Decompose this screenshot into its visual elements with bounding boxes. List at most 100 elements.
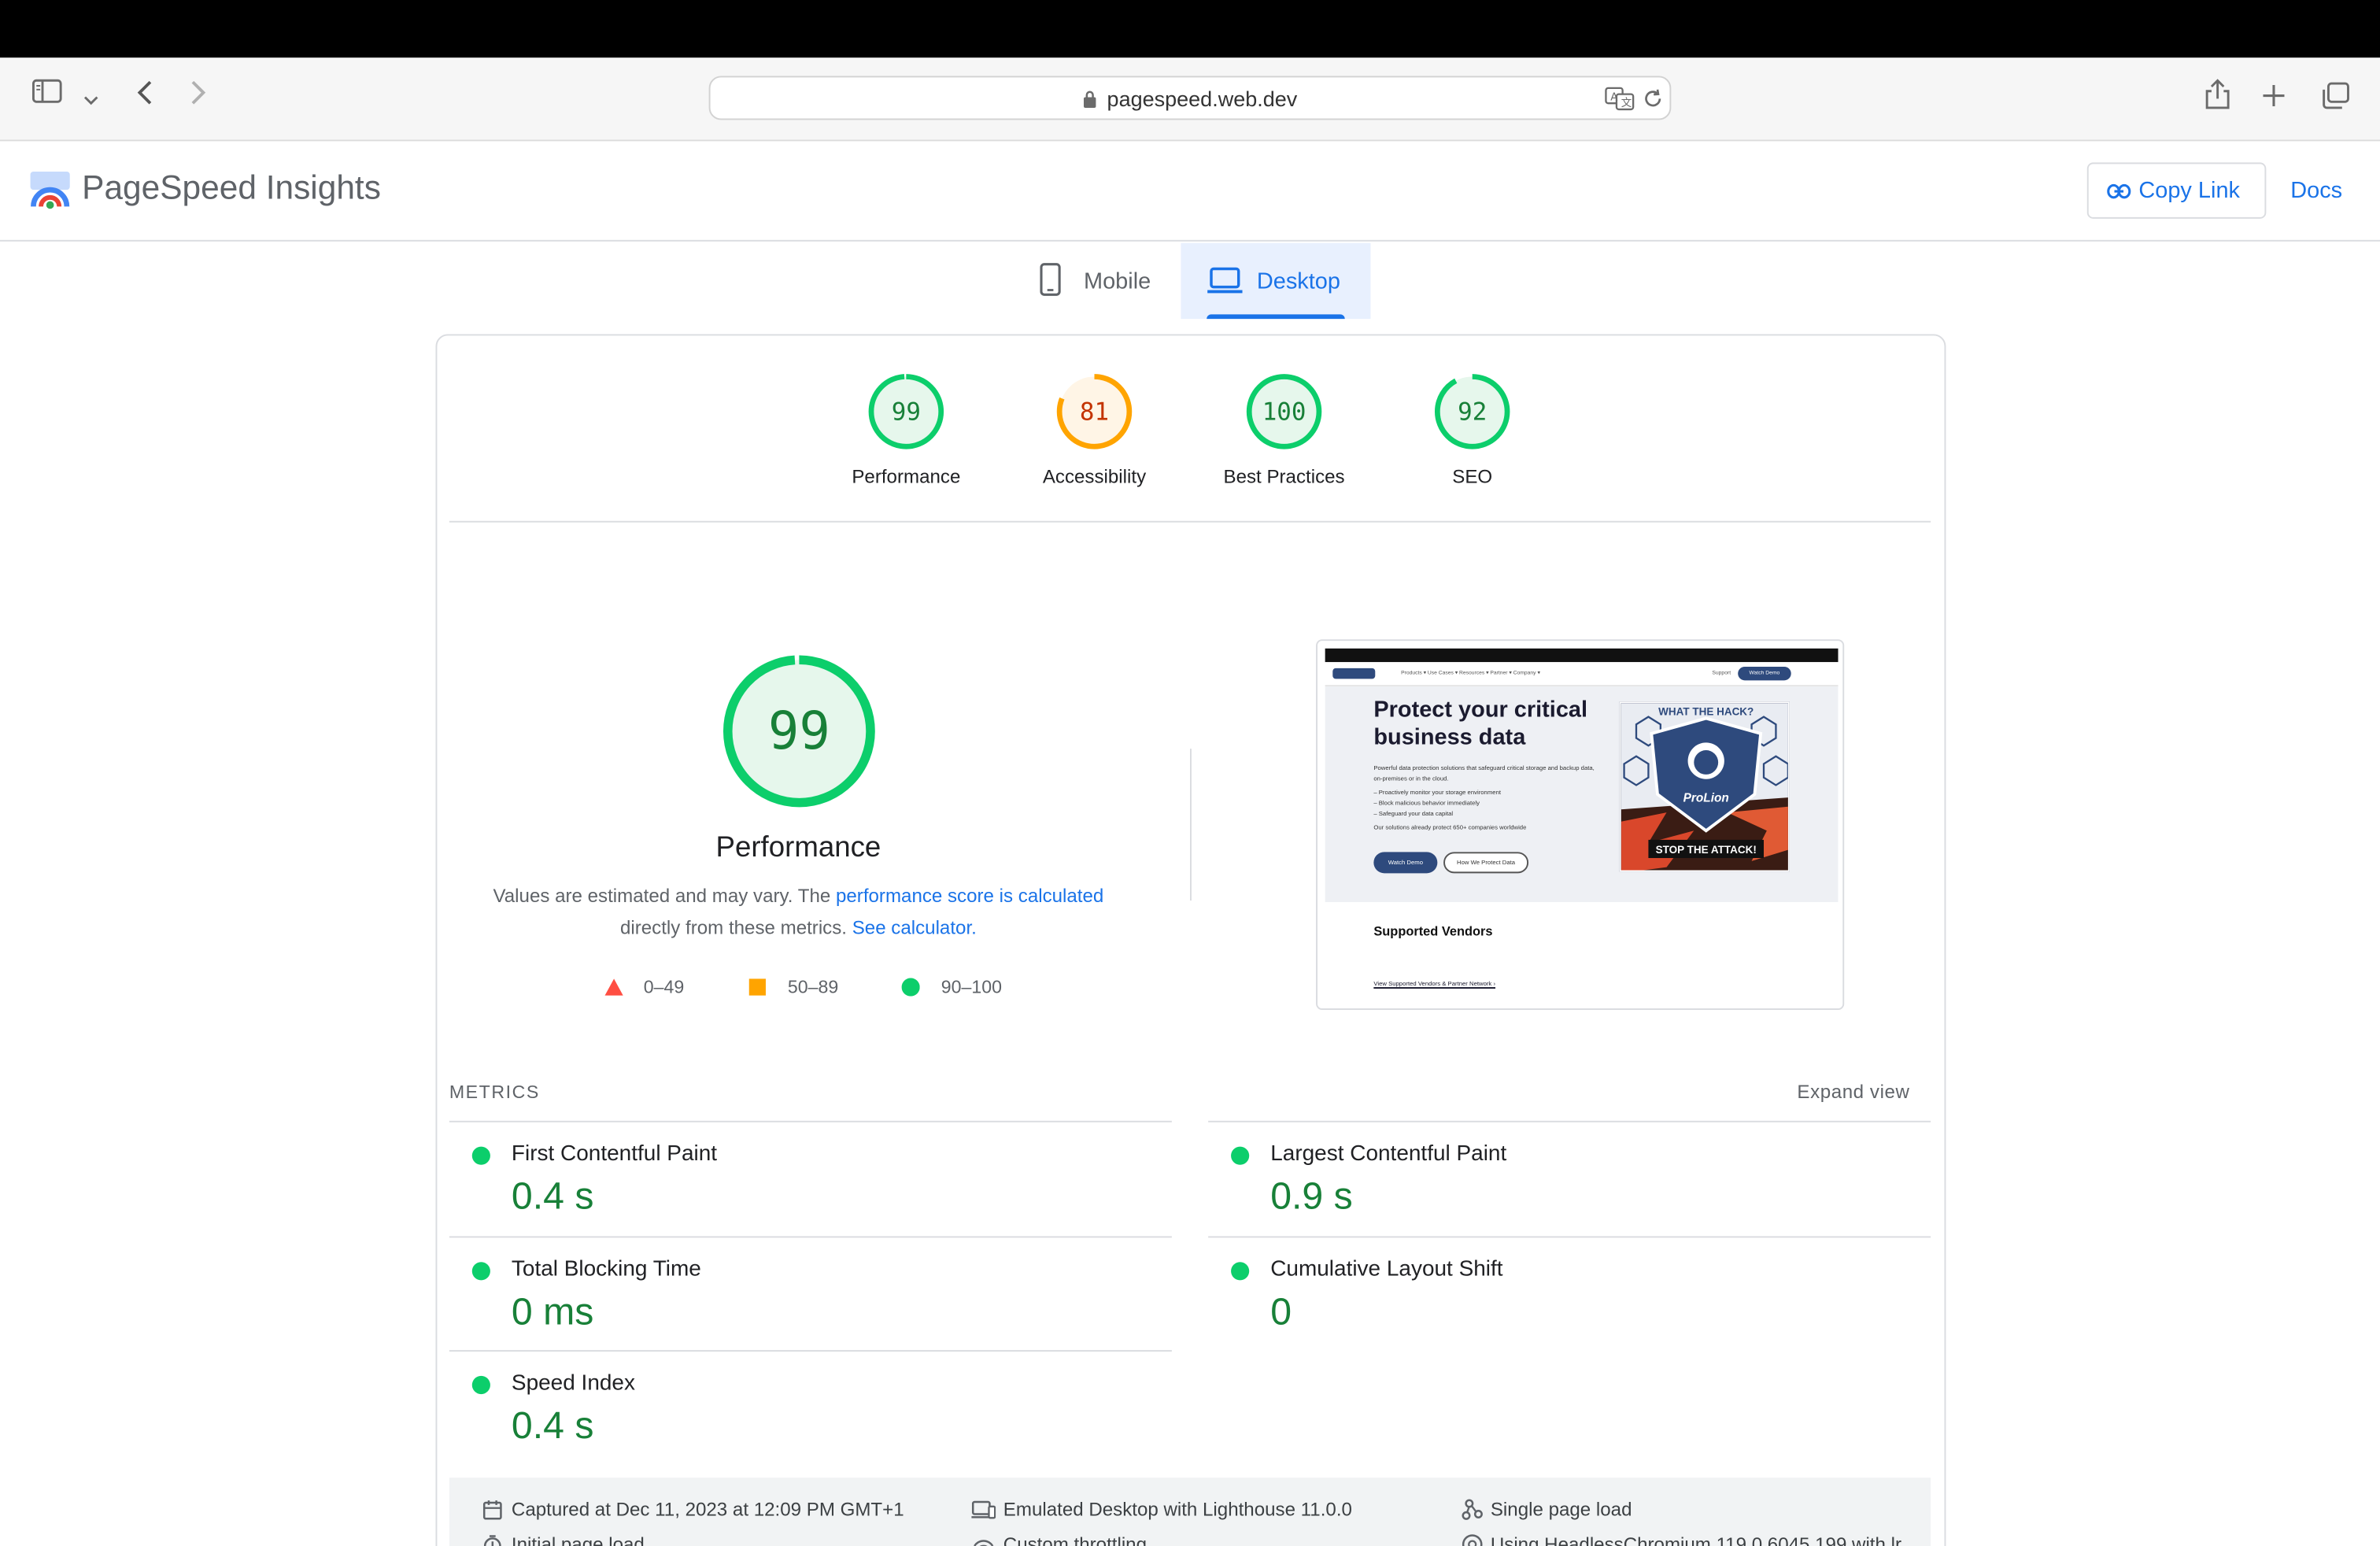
tab-mobile-label: Mobile (1083, 268, 1151, 295)
run-info-text: Custom throttling (1003, 1533, 1148, 1546)
metric-value: 0 (1270, 1290, 1292, 1333)
screenshot-body: Powerful data protection solutions that … (1373, 762, 1601, 832)
performance-description: Values are estimated and may vary. The p… (464, 881, 1133, 945)
score-gauge-accessibility[interactable]: 81 Accessibility (1018, 372, 1170, 487)
docs-link[interactable]: Docs (2290, 178, 2342, 204)
performance-gauge-large: 99 (722, 655, 875, 808)
triangle-icon (604, 978, 623, 996)
score-gauge-seo[interactable]: 92 SEO (1396, 372, 1548, 487)
pagespeed-logo-icon[interactable] (29, 170, 72, 209)
app-title[interactable]: PageSpeed Insights (82, 168, 381, 208)
app-header: PageSpeed Insights Copy Link Docs (0, 141, 2380, 242)
timer-icon (483, 1535, 501, 1546)
screenshot-hero: Protect your critical business data Powe… (1325, 686, 1839, 902)
metric-name: Speed Index (511, 1371, 635, 1396)
gauge-score: 81 (1080, 398, 1109, 426)
chrome-icon (1462, 1534, 1483, 1546)
sidebar-toggle-icon[interactable] (31, 79, 62, 111)
screenshot-headline: Protect your critical business data (1373, 697, 1588, 751)
address-bar[interactable]: pagespeed.web.dev A文 (708, 76, 1672, 120)
svg-text:文: 文 (1621, 97, 1632, 109)
run-info-text: Captured at Dec 11, 2023 at 12:09 PM GMT… (511, 1499, 904, 1521)
system-menu-bar (0, 0, 2380, 58)
metric-largest-contentful-paint[interactable]: Largest Contentful Paint 0.9 s (1208, 1120, 1931, 1237)
metric-total-blocking-time[interactable]: Total Blocking Time 0 ms (449, 1236, 1172, 1352)
reload-icon[interactable] (1643, 87, 1664, 119)
translate-icon[interactable]: A文 (1604, 87, 1635, 119)
phone-icon (1040, 263, 1061, 302)
metric-name: Cumulative Layout Shift (1270, 1257, 1503, 1282)
calendar-icon (482, 1500, 502, 1520)
new-tab-icon[interactable] (2262, 83, 2286, 116)
share-icon[interactable] (2204, 77, 2231, 118)
performance-score-link[interactable]: performance score is calculated (836, 886, 1103, 907)
expand-view-toggle[interactable]: Expand view (1797, 1082, 1909, 1103)
devices-icon (971, 1500, 996, 1519)
svg-text:WHAT THE HACK?: WHAT THE HACK? (1658, 706, 1754, 718)
metric-speed-index[interactable]: Speed Index 0.4 s (449, 1350, 1172, 1466)
laptop-icon (1207, 267, 1243, 301)
gauge-score: 99 (892, 398, 921, 426)
url-text: pagespeed.web.dev (1107, 86, 1298, 111)
screenshot-intro: Powerful data protection solutions that … (1373, 764, 1595, 782)
screenshot-watch-demo-button: Watch Demo (1373, 852, 1438, 874)
svg-text:A: A (1610, 91, 1618, 103)
square-icon (748, 978, 766, 996)
desc-text: Values are estimated and may vary. The (493, 885, 836, 907)
forward-icon[interactable] (190, 79, 208, 113)
score-gauge-performance[interactable]: 99 Performance (830, 372, 982, 487)
legend-range: 90–100 (941, 976, 1002, 998)
gauge-ring: 100 (1246, 374, 1322, 449)
screenshot-bullet: – Proactively monitor your storage envir… (1373, 788, 1502, 796)
metric-cumulative-layout-shift[interactable]: Cumulative Layout Shift 0 (1208, 1236, 1931, 1352)
back-icon[interactable] (135, 79, 153, 113)
tab-overview-icon[interactable] (2321, 82, 2352, 117)
copy-link-label: Copy Link (2138, 177, 2240, 204)
screenshot-vendors-title: Supported Vendors (1373, 923, 1493, 939)
metric-name: Largest Contentful Paint (1270, 1141, 1507, 1167)
tab-desktop[interactable]: Desktop (1181, 242, 1371, 320)
pass-status-icon (1231, 1146, 1250, 1165)
tab-mobile[interactable]: Mobile (1026, 243, 1178, 319)
pass-status-icon (1231, 1262, 1250, 1281)
metric-value: 0.4 s (511, 1175, 594, 1219)
run-info-text: Single page load (1490, 1499, 1632, 1521)
metrics-heading: METRICS (449, 1081, 540, 1103)
screenshot-outro: Our solutions already protect 650+ compa… (1373, 823, 1527, 831)
legend-range: 50–89 (787, 976, 839, 998)
pass-status-icon (471, 1146, 490, 1165)
svg-text:STOP THE ATTACK!: STOP THE ATTACK! (1656, 844, 1757, 856)
svg-text:ProLion: ProLion (1683, 792, 1729, 805)
metric-value: 0 ms (511, 1290, 594, 1333)
score-gauge-best-practices[interactable]: 100 Best Practices (1208, 372, 1360, 488)
signal-icon (974, 1540, 994, 1546)
link-icon (2107, 183, 2131, 199)
chevron-down-icon[interactable] (83, 87, 98, 114)
screenshot-bullet: – Safeguard your data capital (1373, 809, 1454, 817)
metric-name: Total Blocking Time (511, 1257, 701, 1282)
performance-score: 99 (768, 701, 830, 761)
gauge-score: 92 (1458, 398, 1487, 426)
screenshot-bullet: – Block malicious behavior immediately (1373, 798, 1480, 807)
screenshot-nav-cta: Watch Demo (1738, 666, 1791, 681)
screenshot-nav-support: Support (1712, 669, 1731, 676)
see-calculator-link[interactable]: See calculator. (852, 917, 977, 938)
screenshot-vendors-link: View Supported Vendors & Partner Network… (1373, 979, 1496, 988)
metric-value: 0.4 s (511, 1404, 594, 1448)
metric-first-contentful-paint[interactable]: First Contentful Paint 0.4 s (449, 1120, 1172, 1237)
pass-status-icon (471, 1262, 490, 1281)
screenshot-announcement-bar (1325, 648, 1839, 663)
nodes-icon (1462, 1499, 1483, 1520)
lock-icon (1083, 88, 1098, 108)
final-screenshot[interactable]: Products ▾ Use Cases ▾ Resources ▾ Partn… (1316, 639, 1845, 1010)
run-info-panel: Captured at Dec 11, 2023 at 12:09 PM GMT… (449, 1478, 1931, 1546)
run-info-text: Emulated Desktop with Lighthouse 11.0.0 (1003, 1499, 1352, 1521)
screenshot-logo-icon (1332, 668, 1376, 679)
gauge-label: Best Practices (1223, 466, 1345, 488)
screenshot-nav: Products ▾ Use Cases ▾ Resources ▾ Partn… (1325, 662, 1839, 687)
run-info-text: Using HeadlessChromium 119.0.6045.199 wi… (1490, 1533, 1902, 1546)
screenshot-hero-image: WHAT THE HACK? ProLion STOP THE ATTACK! (1619, 701, 1790, 872)
gauge-ring: 92 (1434, 374, 1510, 449)
copy-link-button[interactable]: Copy Link (2086, 162, 2267, 219)
desc-text: directly from these metrics. (619, 917, 852, 939)
